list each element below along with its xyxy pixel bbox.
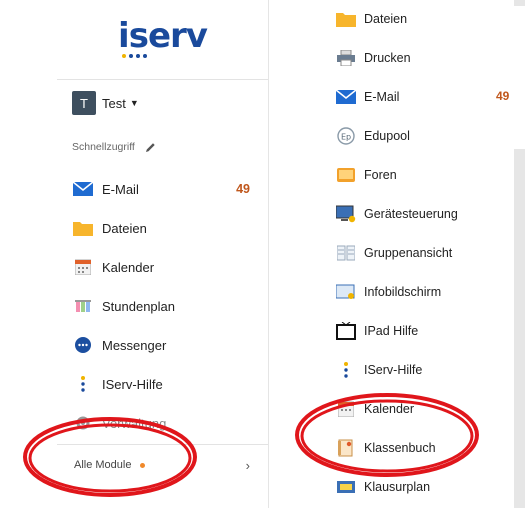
module-list: Dateien Drucken E-Mail 49 Ep Edupool For…	[300, 0, 515, 508]
notification-dot	[140, 462, 146, 468]
info-screen-icon	[336, 283, 356, 301]
nav-label: Dateien	[102, 220, 147, 236]
module-item-info-screen[interactable]: Infobildschirm	[336, 279, 516, 305]
module-item-edupool[interactable]: Ep Edupool	[336, 123, 516, 149]
nav-item-files[interactable]: Dateien	[72, 215, 262, 241]
module-item-help[interactable]: IServ-Hilfe	[336, 357, 516, 383]
module-label: IPad Hilfe	[364, 324, 419, 338]
logo-dots	[122, 54, 147, 58]
module-item-email[interactable]: E-Mail	[336, 84, 516, 110]
avatar: T	[72, 91, 96, 115]
nav-item-calendar[interactable]: Kalender	[72, 254, 262, 280]
gear-icon	[72, 414, 94, 432]
module-item-calendar[interactable]: Kalender	[336, 396, 516, 422]
edupool-icon: Ep	[336, 127, 356, 145]
quick-access-heading: Schnellzugriff	[72, 141, 156, 153]
nav-label: Kalender	[102, 259, 155, 275]
scrollbar-thumb[interactable]	[514, 6, 525, 149]
nav-item-timetable[interactable]: Stundenplan	[72, 293, 262, 319]
help-icon	[72, 375, 94, 393]
module-label: Infobildschirm	[364, 285, 442, 299]
pencil-icon[interactable]	[145, 142, 156, 153]
nav-item-messenger[interactable]: Messenger	[72, 332, 262, 358]
module-label: Drucken	[364, 51, 411, 65]
folder-icon	[72, 219, 94, 237]
exam-plan-icon	[336, 478, 356, 496]
module-label: IServ-Hilfe	[364, 363, 423, 377]
module-label: Dateien	[364, 12, 408, 26]
divider	[57, 444, 268, 445]
module-label: Edupool	[364, 129, 410, 143]
module-item-print[interactable]: Drucken	[336, 45, 516, 71]
classbook-icon	[336, 439, 356, 457]
calendar-icon	[336, 400, 356, 418]
nav-item-email[interactable]: E-Mail 49	[72, 176, 262, 202]
module-item-classbook[interactable]: Klassenbuch	[336, 435, 516, 461]
module-item-forums[interactable]: Foren	[336, 162, 516, 188]
all-modules-label: Alle Module	[74, 459, 132, 471]
module-label: Gerätesteuerung	[364, 207, 458, 221]
forum-icon	[336, 166, 356, 184]
module-item-group-view[interactable]: Gruppenansicht	[336, 240, 516, 266]
nav-label: E-Mail	[102, 181, 139, 197]
nav-item-help[interactable]: IServ-Hilfe	[72, 371, 262, 397]
module-item-device-control[interactable]: Gerätesteuerung	[336, 201, 516, 227]
group-view-icon	[336, 244, 356, 262]
printer-icon	[336, 49, 356, 67]
user-menu[interactable]: T Test ▼	[72, 88, 139, 118]
nav-item-admin[interactable]: Verwaltung	[72, 410, 262, 436]
nav-label: Stundenplan	[102, 298, 176, 314]
nav-label: IServ-Hilfe	[102, 376, 163, 392]
ipad-icon	[336, 322, 356, 340]
calendar-icon	[72, 258, 94, 276]
device-control-icon	[336, 205, 356, 223]
module-item-exam-plan[interactable]: Klausurplan	[336, 474, 516, 500]
module-label: Kalender	[364, 402, 415, 416]
caret-down-icon: ▼	[129, 98, 139, 108]
module-label: Klausurplan	[364, 480, 431, 494]
scrollbar[interactable]	[514, 0, 525, 508]
user-name: Test	[102, 95, 126, 111]
unread-badge: 49	[236, 182, 250, 196]
nav-label: Verwaltung	[102, 415, 167, 431]
mail-icon	[72, 180, 94, 198]
timetable-icon	[72, 297, 94, 315]
help-icon	[336, 361, 356, 379]
all-modules-button[interactable]: Alle Module ›	[74, 453, 264, 477]
mail-icon	[336, 88, 356, 106]
iserv-logo[interactable]: iserv	[57, 16, 268, 56]
module-label: Klassenbuch	[364, 441, 436, 455]
nav-label: Messenger	[102, 337, 167, 353]
chevron-right-icon: ›	[245, 457, 250, 473]
logo-area: iserv	[57, 0, 268, 80]
svg-text:Ep: Ep	[341, 133, 351, 142]
module-label: E-Mail	[364, 90, 400, 104]
messenger-icon	[72, 336, 94, 354]
module-item-files[interactable]: Dateien	[336, 6, 516, 32]
module-label: Foren	[364, 168, 397, 182]
module-label: Gruppenansicht	[364, 246, 453, 260]
module-item-ipad-help[interactable]: IPad Hilfe	[336, 318, 516, 344]
sidebar: iserv T Test ▼ Schnellzugriff E-Mail 49	[57, 0, 269, 508]
unread-badge: 49	[496, 89, 510, 103]
folder-icon	[336, 10, 356, 28]
